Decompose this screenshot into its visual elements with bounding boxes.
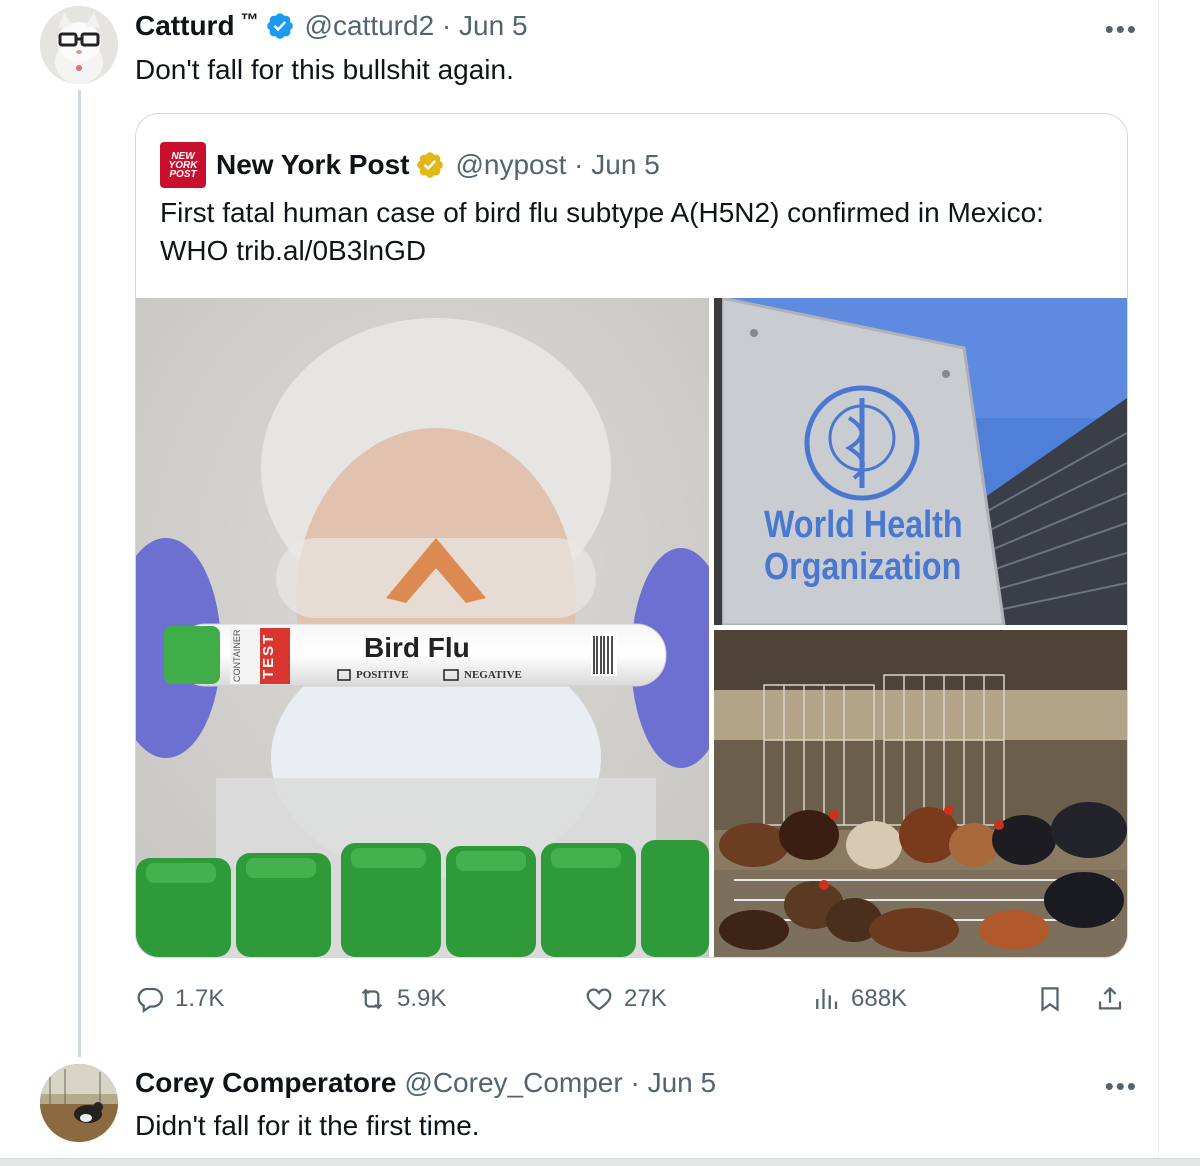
verified-badge-icon[interactable]	[265, 11, 295, 41]
heart-icon	[586, 988, 612, 1011]
tweet-header: Catturd ™ @catturd2 · Jun 5	[135, 10, 528, 42]
share-button[interactable]	[1095, 984, 1135, 1014]
verified-gold-badge-icon[interactable]	[415, 150, 445, 180]
quoted-tweet-text: First fatal human case of bird flu subty…	[160, 197, 1044, 266]
trademark-symbol: ™	[240, 9, 259, 30]
bookmark-icon	[1041, 987, 1059, 1012]
who-sign-text: World Health Organization	[764, 504, 963, 588]
tube-positive-label: POSITIVE	[356, 669, 409, 681]
author-name[interactable]: Catturd	[135, 10, 235, 42]
thread-connector-line	[78, 90, 81, 1057]
tube-title: Bird Flu	[364, 632, 470, 663]
separator-dot: ·	[566, 149, 592, 180]
reply-header: Corey Comperatore @Corey_Comper · Jun 5	[135, 1067, 716, 1099]
analytics-icon	[816, 989, 838, 1009]
reply-more-options-icon[interactable]: •••	[1105, 1071, 1138, 1102]
reply-icon	[137, 987, 163, 1014]
reply-count: 1.7K	[175, 985, 225, 1012]
share-icon	[1098, 986, 1122, 1010]
like-count: 27K	[624, 985, 667, 1012]
views-button[interactable]: 688K	[811, 984, 907, 1014]
tweet-text: Don't fall for this bullshit again.	[135, 54, 514, 85]
views-count: 688K	[851, 985, 908, 1012]
repost-button[interactable]: 5.9K	[357, 984, 446, 1014]
reply-text: Didn't fall for it the first time.	[135, 1110, 480, 1141]
reply-date[interactable]: Jun 5	[648, 1067, 717, 1099]
more-options-icon[interactable]: •••	[1105, 14, 1138, 45]
chicken-cages-image[interactable]	[714, 630, 1127, 957]
quoted-author-handle[interactable]: @nypost	[455, 149, 566, 181]
avatar[interactable]	[40, 1064, 118, 1142]
avatar[interactable]	[40, 6, 118, 84]
repost-icon	[361, 988, 383, 1010]
bird-flu-test-image[interactable]: TEST CONTAINER Bird Flu POSITIVE NEGATIV…	[136, 298, 709, 957]
quoted-author-name[interactable]: New York Post	[216, 149, 409, 181]
author-handle[interactable]: @catturd2	[305, 10, 435, 42]
reply-author-name[interactable]: Corey Comperatore	[135, 1067, 396, 1099]
tweet-action-bar: 1.7K 5.9K 27K 688K	[135, 984, 1130, 1024]
bookmark-button[interactable]	[1035, 984, 1075, 1014]
quoted-tweet-card[interactable]: NEW YORK POST New York Post @nypost · Ju…	[135, 113, 1128, 958]
tube-negative-label: NEGATIVE	[464, 669, 522, 681]
reply-author-handle[interactable]: @Corey_Comper	[404, 1067, 622, 1099]
like-button[interactable]: 27K	[584, 984, 667, 1014]
who-sign-image[interactable]: World Health Organization	[714, 298, 1127, 625]
repost-count: 5.9K	[397, 985, 447, 1012]
quoted-tweet-date[interactable]: Jun 5	[591, 149, 660, 181]
tube-test-label: TEST	[260, 632, 277, 680]
separator-dot: ·	[434, 10, 460, 41]
timeline-divider	[1158, 0, 1159, 1165]
tube-container-label: CONTAINER	[232, 629, 242, 683]
reply-button[interactable]: 1.7K	[135, 984, 224, 1014]
media-grid: TEST CONTAINER Bird Flu POSITIVE NEGATIV…	[136, 298, 1127, 957]
nypost-logo[interactable]: NEW YORK POST	[160, 142, 206, 188]
tweet-date[interactable]: Jun 5	[459, 10, 528, 42]
separator-dot: ·	[622, 1067, 648, 1098]
quoted-tweet-header: NEW YORK POST New York Post @nypost · Ju…	[160, 142, 660, 188]
